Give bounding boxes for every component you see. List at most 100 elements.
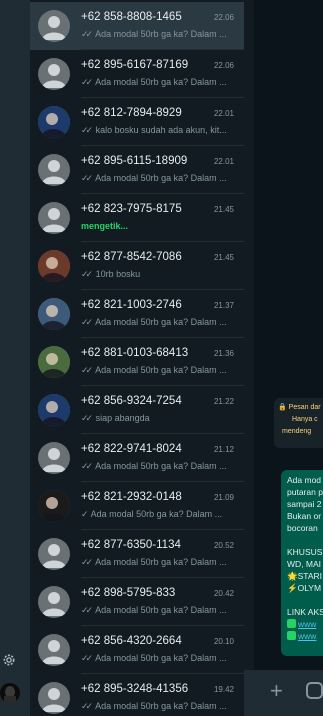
chat-list-item[interactable]: +62 895-6115-18909 22.01 ✓✓ Ada modal 50rb… [30, 146, 244, 194]
message-preview: ✓✓ Ada modal 50rb ga ka? Dalam ... [81, 605, 237, 616]
contact-name: +62 898-5795-833 [81, 587, 176, 599]
contact-name: +62 877-8542-7086 [81, 251, 182, 263]
encryption-notice[interactable]: 🔒 Pesan dar Hanya c mendeng [274, 398, 323, 448]
read-ticks-icon: ✓✓ [81, 77, 93, 87]
contact-name: +62 858-8808-1465 [81, 11, 182, 23]
read-ticks-icon: ✓✓ [81, 29, 93, 39]
message-line: 🌟STARI [287, 571, 322, 581]
chat-list-item[interactable]: +62 877-8542-7086 21.45 ✓✓ 10rb bosku [30, 242, 244, 290]
person-icon [42, 448, 66, 472]
message-preview: ✓✓ siap abangda [81, 413, 237, 424]
photo-icon [38, 490, 70, 522]
contact-name: +62 822-9741-8024 [81, 443, 182, 455]
chat-list-item[interactable]: +62 821-1003-2746 21.37 ✓✓ Ada modal 50rb … [30, 290, 244, 338]
message-time: 21.22 [213, 397, 234, 406]
chat-list-item[interactable]: +62 856-9324-7254 21.22 ✓✓ siap abangda [30, 386, 244, 434]
contact-name: +62 895-3248-41356 [81, 683, 189, 695]
message-line: bocoran [287, 523, 318, 533]
chat-list-item[interactable]: +62 898-5795-833 20.42 ✓✓ Ada modal 50rb g… [30, 578, 244, 626]
chat-list-item[interactable]: +62 895-6167-87169 22.06 ✓✓ Ada modal 50rb… [30, 50, 244, 98]
read-ticks-icon: ✓✓ [81, 557, 93, 567]
person-icon [42, 544, 66, 568]
default-avatar [38, 154, 70, 186]
message-text: Ada modal 50rb ga ka? Dalam ... [95, 605, 227, 615]
message-line: sampai 2 [287, 499, 322, 509]
chat-list-item[interactable]: +62 895-3248-41356 19.42 ✓✓ Ada modal 50rb… [30, 674, 244, 716]
message-line: Ada mod [287, 475, 322, 485]
message-link[interactable]: www [298, 619, 316, 629]
message-text: 10rb bosku [95, 269, 141, 279]
message-preview: ✓✓ Ada modal 50rb ga ka? Dalam ... [81, 365, 237, 376]
message-line: Bukan or [287, 511, 322, 521]
photo-icon [38, 106, 70, 138]
message-time: 22.01 [213, 109, 234, 118]
default-avatar [38, 10, 70, 42]
chat-list-item[interactable]: +62 821-2932-0148 21.09 ✓ Ada modal 50rb g… [30, 482, 244, 530]
profile-avatar[interactable] [0, 683, 20, 703]
message-time: 21.09 [213, 493, 234, 502]
message-text: Ada modal 50rb ga ka? Dalam ... [95, 173, 227, 183]
photo-icon [38, 394, 70, 426]
pane-divider [244, 0, 254, 716]
message-line: WD, MAI [287, 559, 321, 569]
chat-list: +62 858-8808-1465 22.06 ✓✓ Ada modal 50rb … [30, 0, 244, 716]
chat-list-item[interactable]: +62 858-8808-1465 22.06 ✓✓ Ada modal 50rb … [30, 2, 244, 50]
contact-name: +62 881-0103-68413 [81, 347, 189, 359]
message-text: Ada modal 50rb ga ka? Dalam ... [95, 29, 227, 39]
read-ticks-icon: ✓ [81, 509, 88, 519]
sticker-icon[interactable] [306, 682, 323, 699]
chat-list-item[interactable]: +62 877-6350-1134 20.52 ✓✓ Ada modal 50rb … [30, 530, 244, 578]
message-line [287, 534, 323, 546]
chat-list-item[interactable]: +62 822-9741-8024 21.12 ✓✓ Ada modal 50rb … [30, 434, 244, 482]
photo-icon [38, 298, 70, 330]
message-line: LINK AKS [287, 607, 323, 617]
read-ticks-icon: ✓✓ [81, 173, 93, 183]
message-text: Ada modal 50rb ga ka? Dalam ... [95, 317, 227, 327]
message-time: 19.42 [213, 685, 234, 694]
plus-icon[interactable]: + [270, 680, 283, 702]
message-time: 22.06 [213, 13, 234, 22]
message-time: 22.06 [213, 61, 234, 70]
contact-name: +62 856-9324-7254 [81, 395, 182, 407]
message-link[interactable]: www [298, 631, 316, 641]
photo-icon [38, 346, 70, 378]
contact-name: +62 895-6115-18909 [81, 155, 188, 167]
message-preview: ✓✓ 10rb bosku [81, 269, 237, 280]
message-preview: ✓✓ Ada modal 50rb ga ka? Dalam ... [81, 173, 237, 184]
contact-name: +62 856-4320-2664 [81, 635, 182, 647]
person-icon [42, 16, 66, 40]
default-avatar [38, 442, 70, 474]
read-ticks-icon: ✓✓ [81, 125, 93, 135]
check-icon [287, 631, 296, 640]
message-text: Ada modal 50rb ga ka? Dalam ... [95, 365, 227, 375]
chat-list-item[interactable]: +62 823-7975-8175 21.45 mengetik... [30, 194, 244, 242]
message-preview: ✓✓ Ada modal 50rb ga ka? Dalam ... [81, 557, 237, 568]
message-preview: ✓✓ Ada modal 50rb ga ka? Dalam ... [81, 77, 237, 88]
encryption-line: 🔒 Pesan dar [278, 404, 321, 411]
chat-list-item[interactable]: +62 856-4320-2664 20.10 ✓✓ Ada modal 50rb … [30, 626, 244, 674]
message-text: Ada modal 50rb ga ka? Dalam ... [95, 701, 227, 711]
message-time: 21.36 [213, 349, 234, 358]
message-link-line: www [287, 618, 323, 630]
contact-photo [38, 298, 70, 330]
message-preview: ✓ Ada modal 50rb ga ka? Dalam ... [81, 509, 237, 520]
message-time: 21.12 [213, 445, 234, 454]
composer: + [244, 670, 323, 716]
message-time: 20.10 [213, 637, 234, 646]
person-icon [42, 64, 66, 88]
read-ticks-icon: ✓✓ [81, 653, 93, 663]
message-text: Ada modal 50rb ga ka? Dalam ... [95, 557, 227, 567]
person-icon [42, 688, 66, 712]
chat-list-item[interactable]: +62 881-0103-68413 21.36 ✓✓ Ada modal 50rb… [30, 338, 244, 386]
message-line: KHUSUS [287, 547, 323, 557]
message-text: siap abangda [95, 413, 150, 423]
message-bubble[interactable]: Ada mod putaran p sampai 2 Bukan or bocoran … [281, 470, 323, 656]
message-preview: ✓✓ Ada modal 50rb ga ka? Dalam ... [81, 653, 237, 664]
gear-icon[interactable] [1, 652, 17, 668]
read-ticks-icon: ✓✓ [81, 461, 93, 471]
message-line: ⚡OLYM [287, 583, 322, 593]
chat-list-item[interactable]: +62 812-7894-8929 22.01 ✓✓ kalo bosku suda… [30, 98, 244, 146]
message-time: 20.42 [213, 589, 234, 598]
encryption-line: mendeng [282, 428, 312, 435]
message-preview: ✓✓ Ada modal 50rb ga ka? Dalam ... [81, 701, 237, 712]
